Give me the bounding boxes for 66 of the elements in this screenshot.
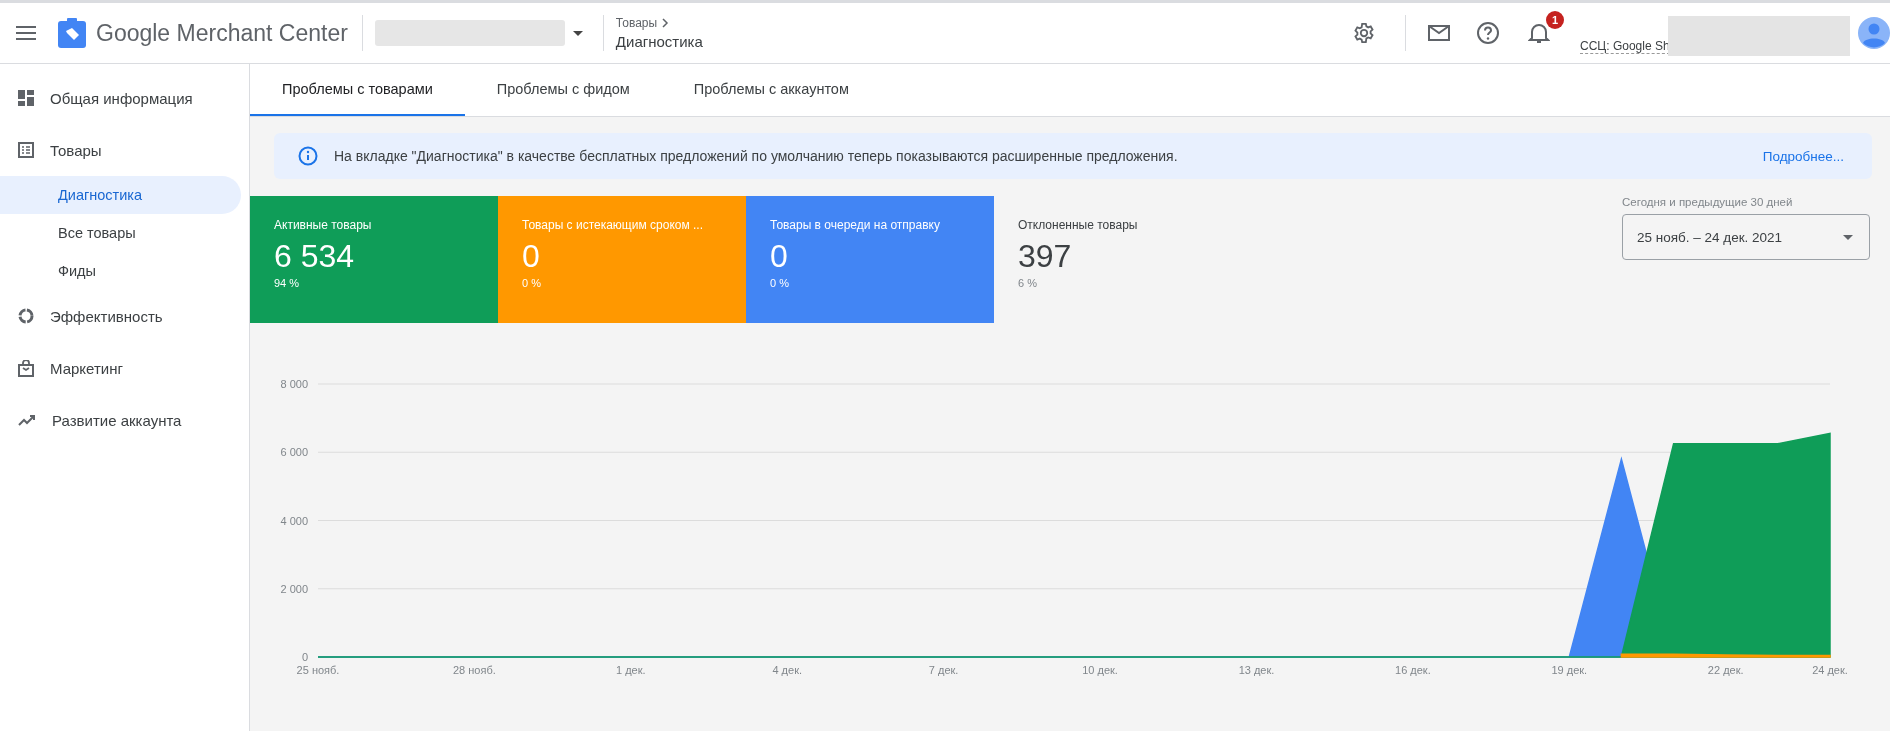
chevron-icon [662, 18, 670, 28]
card-value: 397 [1018, 238, 1073, 274]
sidebar-item[interactable]: Развитие аккаунта [0, 394, 249, 446]
x-axis-label: 10 дек. [1082, 664, 1118, 676]
caret-icon [572, 30, 583, 36]
sidebar-item[interactable]: Эффективность [0, 290, 249, 342]
learn-more-link[interactable]: Подробнее... [1762, 148, 1844, 164]
date-range-dropdown[interactable]: 25 нояб. – 24 дек. 2021 [1622, 214, 1870, 260]
card-percent: 0 % [522, 277, 542, 289]
settings-icon[interactable] [1353, 22, 1375, 44]
sidebar-subitem[interactable]: Фиды [0, 252, 241, 290]
y-axis-label: 0 [301, 651, 308, 663]
tab[interactable]: Проблемы с аккаунтом [661, 64, 881, 116]
card-percent: 6 % [1018, 277, 1038, 289]
y-axis-label: 6 000 [280, 446, 308, 459]
x-axis-label: 19 дек. [1551, 664, 1588, 676]
trend-icon [18, 414, 36, 426]
caret-icon [1843, 234, 1853, 240]
info-icon [298, 146, 318, 166]
menu-icon[interactable] [16, 26, 36, 40]
x-axis-label: 24 дек. [1812, 664, 1848, 676]
banner-message: На вкладке "Диагностика" в качестве бесплатных предложений по умолчанию теперь показываются расширенные предложения. [334, 148, 1179, 164]
breadcrumb-link[interactable]: Товары [615, 16, 658, 30]
sidebar-item[interactable]: Общая информация [0, 72, 249, 124]
x-axis-label: 28 нояб. [453, 664, 496, 676]
x-axis-label: 4 дек. [772, 664, 803, 676]
stat-card[interactable]: Товары в очереди на отправку 0 0 % [746, 196, 994, 323]
card-value: 0 [522, 238, 541, 274]
card-percent: 94 % [274, 277, 301, 289]
y-axis-label: 8 000 [280, 378, 308, 390]
x-axis-label: 22 дек. [1707, 664, 1744, 676]
sidebar-subitem[interactable]: Все товары [0, 214, 241, 252]
mail-icon[interactable] [1428, 25, 1450, 41]
tab[interactable]: Проблемы с товарами [250, 64, 465, 116]
tab[interactable]: Проблемы с фидом [464, 64, 662, 116]
x-axis-label: 7 дек. [928, 664, 959, 676]
notification-badge: 1 [1546, 11, 1564, 29]
card-label: Товары в очереди на отправку [770, 218, 941, 232]
avatar-icon[interactable] [1858, 17, 1890, 49]
card-label: Товары с истекающим сроком ... [522, 218, 705, 232]
list-icon [18, 142, 34, 158]
sidebar-item[interactable]: Маркетинг [0, 342, 249, 394]
card-value: 0 [770, 238, 789, 274]
tag-logo-icon [58, 18, 86, 48]
card-value: 6 534 [274, 238, 356, 274]
x-axis-label: 16 дек. [1395, 664, 1431, 676]
card-label: Отклоненные товары [1018, 218, 1139, 232]
help-icon[interactable] [1476, 21, 1500, 45]
product-name: Google Merchant Center [96, 19, 348, 47]
y-axis-label: 2 000 [280, 582, 308, 595]
ring-icon [18, 308, 34, 324]
x-axis-label: 1 дек. [616, 664, 646, 676]
bell-icon[interactable] [1528, 21, 1550, 45]
sidebar-subitem[interactable]: Диагностика [0, 176, 241, 214]
date-range-label: Сегодня и предыдущие 30 дней [1622, 196, 1794, 208]
page-title: Диагностика [615, 33, 703, 50]
dashboard-icon [18, 90, 34, 106]
card-percent: 0 % [770, 277, 790, 289]
bag-icon [18, 359, 34, 377]
stat-card[interactable]: Активные товары 6 534 94 % [250, 196, 498, 323]
stat-card[interactable]: Отклоненные товары 397 6 % [994, 196, 1242, 323]
x-axis-label: 25 нояб. [296, 664, 340, 676]
y-axis-label: 4 000 [280, 514, 308, 527]
sidebar-item[interactable]: Товары [0, 124, 249, 176]
x-axis-label: 13 дек. [1238, 664, 1275, 676]
card-label: Активные товары [274, 218, 373, 232]
